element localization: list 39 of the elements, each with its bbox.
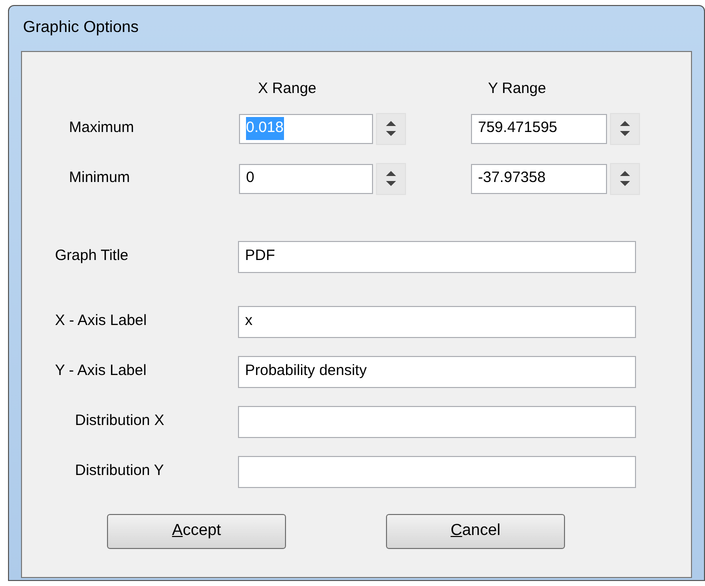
field-label: Distribution Y <box>75 461 165 482</box>
spinner[interactable] <box>610 162 640 194</box>
field-label: Y - Axis Label <box>55 361 148 382</box>
dialog-button[interactable]: Accept <box>107 514 286 548</box>
window-title: Graphic Options <box>23 18 140 38</box>
number-field[interactable]: -37.97358 <box>471 164 607 194</box>
up-arrow-icon <box>620 171 630 176</box>
text-field[interactable]: PDF <box>238 240 636 272</box>
field-value: 0.018 <box>246 117 284 140</box>
field-label: Distribution X <box>75 411 166 432</box>
field-value: -37.97358 <box>478 168 546 188</box>
down-arrow-icon <box>620 131 630 136</box>
spinner[interactable] <box>376 112 406 144</box>
field-label: Graph Title <box>55 246 130 266</box>
text-field[interactable]: x <box>238 306 636 338</box>
field-value: 0 <box>246 168 254 188</box>
down-arrow-icon <box>386 181 396 186</box>
column-header: X Range <box>258 79 318 99</box>
field-value: Probability density <box>245 361 367 382</box>
text-field[interactable] <box>238 406 636 438</box>
field-value: PDF <box>245 246 275 266</box>
field-value: x <box>245 311 252 332</box>
down-arrow-icon <box>386 131 396 136</box>
text-field[interactable]: Probability density <box>238 356 636 388</box>
field-label: X - Axis Label <box>55 311 148 332</box>
dialog-button[interactable]: Cancel <box>386 514 565 548</box>
field-value: 759.471595 <box>478 118 558 138</box>
up-arrow-icon <box>386 121 396 126</box>
column-header: Y Range <box>488 79 546 99</box>
number-field[interactable]: 759.471595 <box>471 114 607 144</box>
row-label: Minimum <box>69 168 131 188</box>
text-field[interactable] <box>238 456 636 488</box>
spinner[interactable] <box>610 112 640 144</box>
number-field[interactable]: 0 <box>239 164 373 194</box>
down-arrow-icon <box>620 181 630 186</box>
spinner[interactable] <box>376 162 406 194</box>
row-label: Maximum <box>69 118 136 138</box>
up-arrow-icon <box>386 171 396 176</box>
up-arrow-icon <box>620 121 630 126</box>
